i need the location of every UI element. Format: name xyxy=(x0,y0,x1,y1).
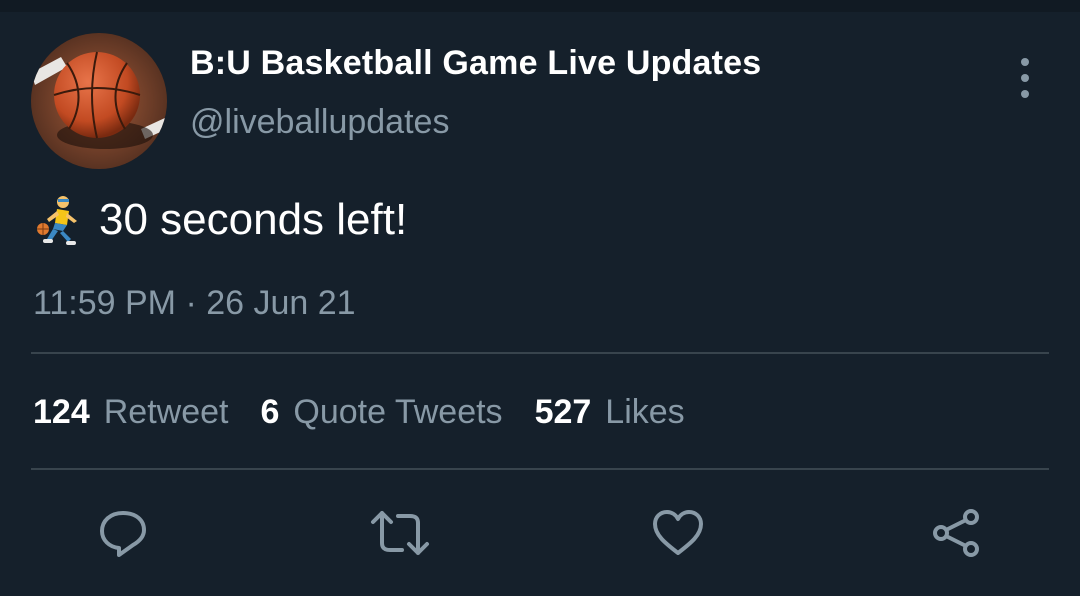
tweet-body: 30 seconds left! xyxy=(33,190,407,250)
retweet-count[interactable]: 124 Retweet xyxy=(33,393,228,432)
like-icon xyxy=(653,510,703,555)
divider xyxy=(31,468,1049,470)
person-bouncing-ball-icon xyxy=(37,196,77,245)
display-name[interactable]: B:U Basketball Game Live Updates xyxy=(190,44,761,83)
tweet-detail: B:U Basketball Game Live Updates @liveba… xyxy=(0,0,1080,596)
stat-label: Quote Tweets xyxy=(293,393,503,431)
more-options-icon[interactable] xyxy=(1008,58,1042,98)
top-separator xyxy=(0,0,1080,12)
dot xyxy=(1021,90,1029,98)
tweet-text: 30 seconds left! xyxy=(99,195,408,244)
stat-count: 124 xyxy=(33,393,90,431)
share-icon xyxy=(933,509,979,557)
share-button[interactable] xyxy=(926,500,986,566)
quote-tweet-count[interactable]: 6 Quote Tweets xyxy=(260,393,502,432)
reply-icon xyxy=(100,511,146,557)
retweet-icon xyxy=(371,511,429,555)
dot xyxy=(1021,74,1029,82)
dot xyxy=(1021,58,1029,66)
stat-label: Likes xyxy=(605,393,685,431)
divider xyxy=(31,352,1049,354)
stat-count: 527 xyxy=(534,393,592,431)
stat-label: Retweet xyxy=(103,393,229,431)
stat-count: 6 xyxy=(260,393,280,431)
retweet-button[interactable] xyxy=(370,500,430,566)
handle[interactable]: @liveballupdates xyxy=(190,103,449,142)
like-count[interactable]: 527 Likes xyxy=(535,393,685,432)
avatar[interactable] xyxy=(31,33,167,169)
reply-button[interactable] xyxy=(93,500,153,566)
engagement-stats: 124 Retweet 6 Quote Tweets 527 Likes xyxy=(33,393,717,432)
like-button[interactable] xyxy=(648,500,708,566)
timestamp[interactable]: 11:59 PM · 26 Jun 21 xyxy=(33,284,356,323)
action-bar xyxy=(0,500,1080,570)
basketball-icon xyxy=(31,33,167,169)
